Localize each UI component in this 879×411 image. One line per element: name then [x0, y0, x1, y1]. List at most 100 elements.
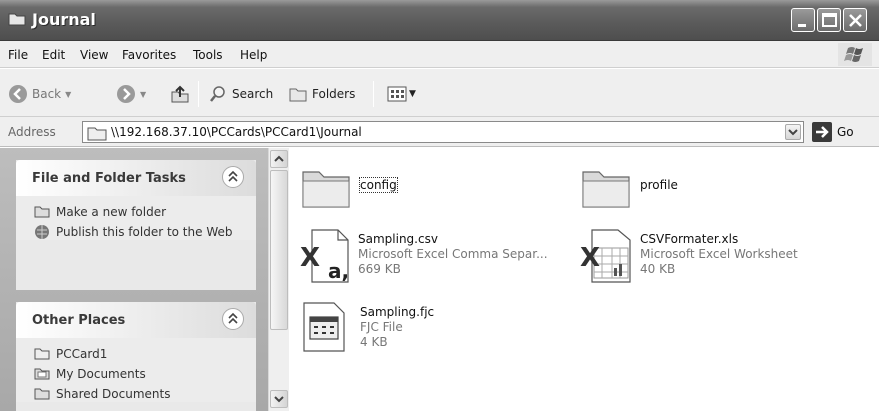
svg-text:X: X — [300, 243, 320, 273]
task-make-new-folder[interactable]: Make a new folder — [16, 204, 256, 220]
file-type: Microsoft Excel Comma Separ... — [358, 247, 548, 261]
collapse-button[interactable] — [222, 308, 244, 330]
file-item-sampling-fjc[interactable]: Sampling.fjc FJC File 4 KB — [300, 301, 580, 359]
scroll-up-button[interactable] — [270, 150, 288, 168]
folder-icon — [302, 171, 350, 208]
menu-help[interactable]: Help — [240, 48, 267, 62]
folders-button[interactable]: Folders — [288, 83, 355, 105]
svg-text:X: X — [580, 243, 600, 273]
xls-file-icon: X — [580, 229, 631, 283]
scroll-down-button[interactable] — [270, 390, 288, 408]
chevron-down-icon — [274, 396, 284, 403]
back-button[interactable]: Back ▼ — [8, 83, 71, 105]
panel-title: File and Folder Tasks — [32, 171, 186, 186]
place-label: My Documents — [56, 367, 146, 381]
views-icon — [387, 86, 407, 102]
address-input[interactable]: \\192.168.37.10\PCCards\PCCard1\Journal — [82, 121, 804, 143]
go-arrow-icon — [816, 126, 829, 138]
back-arrow-icon — [9, 85, 27, 103]
publish-web-icon — [35, 225, 49, 239]
menu-view[interactable]: View — [80, 48, 108, 62]
panel-body: PCCard1 My Documents Shared Documents — [16, 338, 256, 402]
address-dropdown-button[interactable] — [785, 124, 801, 140]
search-button[interactable]: Search — [208, 83, 273, 105]
file-item-csvformater-xls[interactable]: X CSVFormater.xls Microsoft Excel Worksh… — [580, 228, 860, 286]
place-label: PCCard1 — [56, 347, 108, 361]
title-bar: Journal — [0, 0, 879, 41]
panel-body: Make a new folder Publish this folder to… — [16, 196, 256, 240]
panel-title: Other Places — [32, 313, 126, 328]
file-type: Microsoft Excel Worksheet — [640, 247, 798, 261]
csv-file-icon: X a, — [300, 229, 349, 283]
new-folder-icon — [34, 206, 50, 218]
address-bar: Address \\192.168.37.10\PCCards\PCCard1\… — [0, 117, 879, 147]
file-name: Sampling.fjc — [360, 305, 435, 319]
other-places-panel: Other Places PCCard1 My Documents Shared… — [16, 302, 256, 411]
menu-file[interactable]: File — [8, 48, 28, 62]
chevron-down-icon — [788, 129, 798, 136]
toolbar-separator — [373, 81, 374, 107]
address-label: Address — [8, 125, 56, 139]
chevron-up-icon — [274, 155, 284, 162]
address-path: \\192.168.37.10\PCCards\PCCard1\Journal — [111, 125, 362, 139]
minimize-button[interactable] — [791, 8, 815, 32]
forward-button[interactable]: ▼ — [116, 83, 146, 105]
file-item-profile[interactable]: profile — [580, 164, 800, 212]
folders-label: Folders — [312, 87, 356, 101]
maximize-icon — [822, 13, 837, 27]
minimize-icon — [798, 24, 806, 27]
my-documents-icon — [34, 368, 50, 380]
file-type: FJC File — [360, 320, 403, 334]
task-publish-web[interactable]: Publish this folder to the Web — [16, 224, 256, 240]
chevron-down-icon: ▼ — [140, 89, 147, 99]
up-button[interactable] — [170, 83, 190, 105]
folder-icon — [87, 127, 107, 141]
back-label: Back — [32, 87, 62, 101]
file-item-config[interactable]: config — [300, 164, 520, 212]
place-label: Shared Documents — [56, 387, 171, 401]
go-label[interactable]: Go — [837, 125, 854, 139]
toolbar: Back ▼ ▼ Search Folders ▼ — [0, 69, 879, 117]
chevron-down-icon: ▼ — [65, 89, 72, 99]
drive-icon — [34, 348, 50, 360]
place-my-documents[interactable]: My Documents — [16, 366, 256, 382]
file-item-sampling-csv[interactable]: X a, Sampling.csv Microsoft Excel Comma … — [298, 228, 578, 286]
views-button[interactable]: ▼ — [386, 83, 416, 105]
scroll-thumb[interactable] — [270, 170, 288, 330]
up-folder-icon — [171, 85, 189, 103]
vertical-scrollbar[interactable] — [268, 148, 289, 411]
task-pane: File and Folder Tasks Make a new folder … — [0, 148, 268, 411]
collapse-button[interactable] — [222, 166, 244, 188]
toolbar-separator — [198, 81, 199, 107]
folder-icon — [8, 13, 26, 26]
menu-bar: File Edit View Favorites Tools Help — [0, 41, 879, 68]
menu-tools[interactable]: Tools — [193, 48, 223, 62]
chevron-down-icon: ▼ — [409, 89, 416, 99]
go-button[interactable] — [812, 122, 832, 142]
search-label: Search — [232, 87, 274, 101]
close-icon — [849, 14, 862, 27]
place-shared-documents[interactable]: Shared Documents — [16, 386, 256, 402]
place-pccard1[interactable]: PCCard1 — [16, 346, 256, 362]
window-title: Journal — [32, 10, 96, 29]
folders-icon — [289, 88, 307, 102]
shared-documents-icon — [34, 388, 50, 400]
panel-header[interactable]: File and Folder Tasks — [16, 160, 256, 196]
panel-header[interactable]: Other Places — [16, 302, 256, 338]
search-icon — [210, 86, 225, 102]
fjc-file-icon — [303, 302, 345, 352]
maximize-button[interactable] — [817, 8, 841, 32]
task-label: Make a new folder — [56, 205, 167, 219]
menu-edit[interactable]: Edit — [42, 48, 65, 62]
svg-text:a,: a, — [328, 259, 349, 283]
collapse-chevron-icon — [228, 312, 238, 324]
file-size: 669 KB — [358, 262, 401, 276]
file-size: 4 KB — [360, 335, 388, 349]
menu-favorites[interactable]: Favorites — [122, 48, 176, 62]
close-button[interactable] — [843, 8, 867, 32]
file-name: profile — [640, 178, 678, 192]
task-label: Publish this folder to the Web — [56, 225, 233, 239]
file-name: CSVFormater.xls — [640, 232, 739, 246]
file-folder-tasks-panel: File and Folder Tasks Make a new folder … — [16, 160, 256, 290]
folder-icon — [582, 171, 630, 208]
